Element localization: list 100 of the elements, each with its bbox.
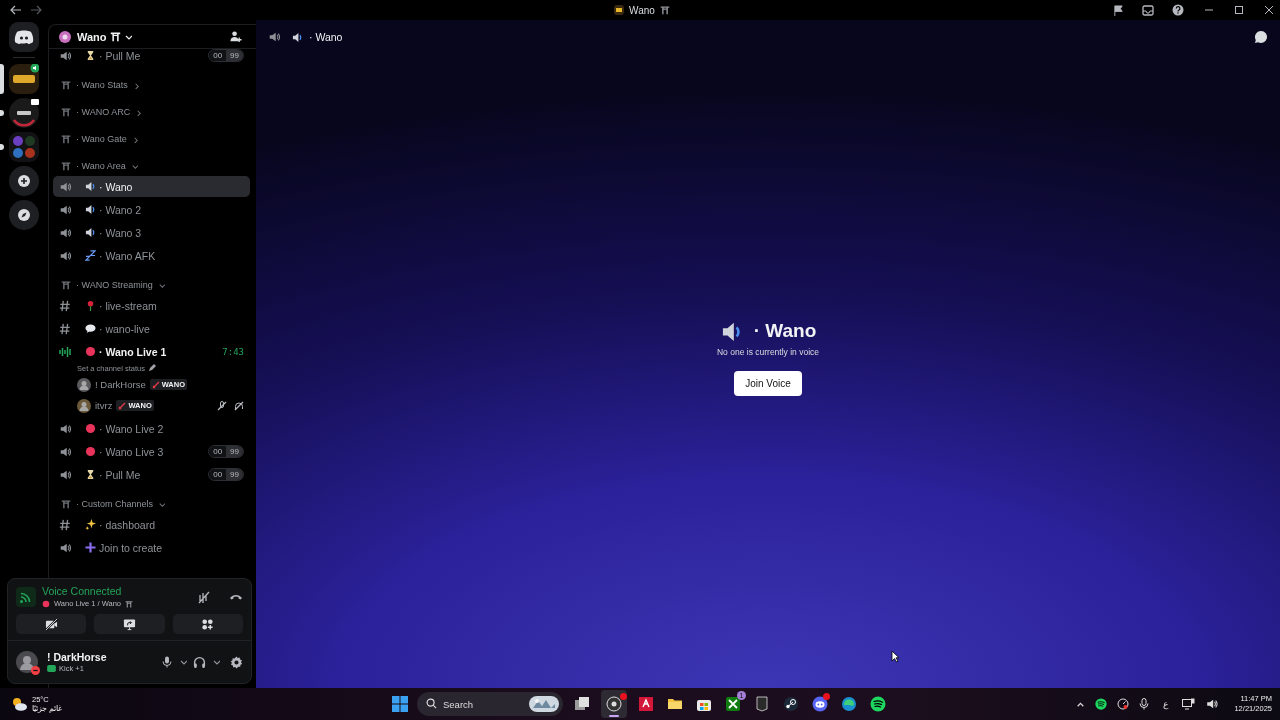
back-arrow-icon[interactable] (10, 5, 22, 15)
speaker-icon (59, 422, 71, 435)
compass-icon[interactable] (9, 200, 39, 230)
channel-item[interactable]: · Pull Me 00 99 (53, 464, 250, 485)
chevron-up-icon[interactable] (1076, 699, 1086, 709)
channel-item[interactable]: · Wano Live 2 (53, 418, 250, 439)
start-icon[interactable] (392, 696, 408, 712)
inbox-icon[interactable] (1142, 4, 1154, 16)
category-header[interactable]: · WANO ARC (53, 95, 250, 120)
speaker-icon (85, 181, 96, 192)
search-icon (426, 698, 437, 709)
microphone-icon[interactable] (161, 656, 173, 668)
category-header[interactable]: · Wano Gate (53, 122, 250, 147)
speaker-icon (59, 445, 71, 458)
category-header[interactable]: · Wano Area (53, 149, 250, 174)
channel-item[interactable]: · Wano Live 1 7:43 (53, 341, 250, 362)
user-count: 00 (209, 50, 227, 61)
user-count: 00 (209, 469, 227, 480)
torii-icon (61, 161, 71, 171)
activities-icon (201, 617, 215, 631)
server-name-button[interactable]: Wano (77, 30, 132, 43)
circle-emoji-icon (85, 423, 96, 434)
torii-icon (61, 280, 71, 290)
sword-icon (118, 401, 127, 410)
circle-emoji-icon (85, 446, 96, 457)
caret-icon[interactable] (179, 658, 187, 666)
camera-off-button[interactable] (16, 614, 87, 634)
user-limit: 99 (226, 50, 243, 61)
network-icon[interactable] (1182, 698, 1196, 710)
volume-icon[interactable] (1205, 698, 1219, 710)
speaker-icon (59, 249, 71, 262)
speaker-icon (292, 31, 303, 43)
server-icon[interactable] (9, 64, 39, 94)
avatar (16, 651, 38, 673)
circle-emoji-icon (42, 599, 50, 608)
forward-arrow-icon[interactable] (30, 5, 42, 15)
chat-icon[interactable] (1254, 30, 1268, 44)
connection-status: Voice Connected (42, 585, 123, 597)
microphone-icon[interactable] (1139, 698, 1150, 710)
channel-title: · Wano (309, 31, 343, 43)
channel-item[interactable]: Join to create (53, 537, 250, 558)
help-icon[interactable] (1172, 4, 1184, 16)
speaker-icon (59, 468, 71, 481)
category-header[interactable]: · Wano Stats (53, 68, 250, 93)
noise-suppression-icon[interactable] (197, 589, 211, 604)
music-app-icon[interactable] (870, 696, 886, 712)
web-browser-icon[interactable] (841, 696, 857, 712)
headphones-icon[interactable] (193, 655, 206, 669)
settings-icon[interactable] (230, 655, 243, 669)
xbox-icon[interactable] (725, 696, 741, 712)
empty-state-text: No one is currently in voice (716, 347, 819, 357)
chat-logo-icon[interactable] (812, 696, 828, 712)
channel-item[interactable]: · dashboard (53, 514, 250, 535)
channel-item[interactable]: · Wano Live 3 00 99 (53, 441, 250, 462)
screen-share-icon (123, 617, 136, 631)
add-user-icon[interactable] (229, 30, 242, 43)
caret-icon[interactable] (212, 658, 220, 666)
add-server-icon[interactable] (9, 166, 39, 196)
server-folder-icon[interactable] (9, 132, 39, 162)
screen-share-button[interactable] (94, 614, 165, 634)
activities-button[interactable] (172, 614, 243, 634)
chat-logo-icon[interactable] (9, 22, 39, 52)
maximize-icon[interactable] (1234, 5, 1244, 15)
channel-item[interactable]: · Pull Me 00 99 (53, 49, 250, 66)
speaker-icon (59, 203, 71, 216)
channel-item[interactable]: · Wano (53, 176, 250, 197)
graphics-app-icon[interactable] (638, 696, 654, 712)
torii-icon (125, 599, 133, 608)
task-view-icon[interactable] (574, 696, 590, 712)
hourglass-icon (85, 50, 96, 61)
folder-icon[interactable] (667, 696, 683, 712)
voice-activity-icon (59, 345, 71, 358)
category-header[interactable]: · WANO Streaming (53, 268, 250, 293)
sparkle-icon (85, 519, 96, 530)
flag-icon[interactable] (1113, 4, 1124, 16)
game-launcher-icon[interactable] (754, 696, 770, 712)
steam-icon[interactable] (783, 696, 799, 712)
gauge-icon[interactable] (1117, 698, 1130, 710)
keyboard-language[interactable]: ع (1163, 699, 1169, 709)
close-icon[interactable] (1264, 5, 1274, 15)
torii-icon (61, 107, 71, 117)
channel-item[interactable]: · live-stream (53, 295, 250, 316)
username: ! DarkHorse (47, 651, 107, 663)
server-icon[interactable] (9, 98, 39, 128)
music-app-icon[interactable] (1095, 698, 1108, 710)
avatar (77, 377, 91, 392)
active-app-indicator (609, 715, 619, 717)
category-header[interactable]: · Custom Channels (53, 487, 250, 512)
connection-signal-icon (16, 586, 36, 607)
game-icon (47, 665, 56, 672)
channel-item[interactable]: · Wano 3 (53, 222, 250, 243)
channel-item[interactable]: · Wano 2 (53, 199, 250, 220)
browser-icon[interactable] (606, 696, 622, 712)
join-voice-button[interactable]: Join Voice (734, 371, 802, 396)
speaker-icon (59, 49, 71, 62)
channel-item[interactable]: · Wano AFK (53, 245, 250, 266)
user-limit: 99 (226, 469, 243, 480)
speaker-icon (85, 227, 96, 238)
channel-item[interactable]: · wano-live (53, 318, 250, 339)
pencil-icon[interactable] (147, 364, 156, 372)
